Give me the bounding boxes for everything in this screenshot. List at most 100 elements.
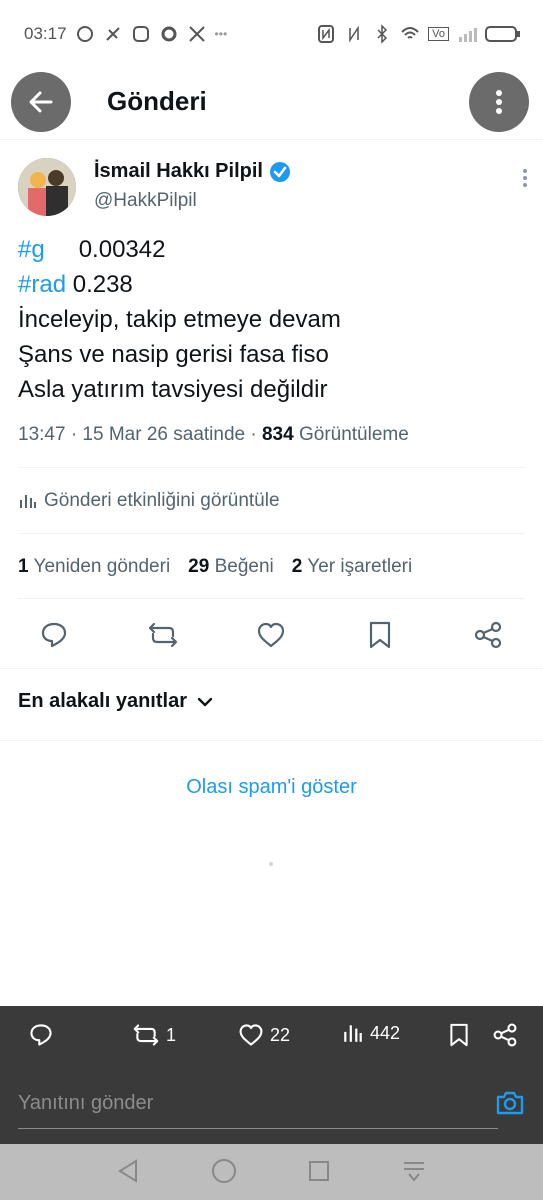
- nav-home-button[interactable]: [211, 1158, 237, 1189]
- signal-icon: [459, 28, 477, 42]
- author-name[interactable]: İsmail Hakkı Pilpil: [94, 160, 263, 183]
- post-line: Şans ve nasip gerisi fasa fiso: [18, 341, 329, 368]
- nav-recents-button[interactable]: [307, 1158, 331, 1189]
- hashtag-link[interactable]: #rad: [18, 271, 66, 298]
- post-meta: 13:47 · 15 Mar 26 saatinde · 834 Görüntü…: [18, 424, 409, 446]
- circle-home-icon: [212, 1159, 236, 1183]
- post-actions: [0, 612, 543, 658]
- divider: [0, 740, 543, 741]
- bottom-like-button[interactable]: 22: [238, 1022, 290, 1048]
- post-line: Asla yatırım tavsiyesi değildir: [18, 376, 328, 403]
- divider: [0, 668, 543, 669]
- battery-icon: [485, 26, 520, 42]
- reposts-label: Yeniden gönderi: [33, 556, 171, 577]
- avatar-photo-icon: [18, 158, 76, 216]
- bookmarks-stat[interactable]: 2 Yer işaretleri: [292, 556, 412, 578]
- back-button[interactable]: [11, 72, 71, 132]
- status-bar: 03:17 ••• Vo: [0, 0, 543, 68]
- camera-app-icon: [161, 26, 177, 42]
- activity-label: Gönderi etkinliğini görüntüle: [44, 490, 280, 511]
- post-activity-link[interactable]: Gönderi etkinliğini görüntüle: [18, 490, 280, 512]
- replies-sort-dropdown[interactable]: En alakalı yanıtlar: [18, 690, 213, 713]
- bottom-bookmark-button[interactable]: [448, 1022, 470, 1048]
- reposts-stat[interactable]: 1 Yeniden gönderi: [18, 556, 170, 578]
- volte-badge: Vo: [428, 27, 449, 41]
- bottom-views-button[interactable]: 442: [342, 1022, 400, 1044]
- more-notifications-icon: •••: [214, 27, 228, 41]
- post-author: İsmail Hakkı Pilpil @HakkPilpil: [18, 156, 528, 220]
- avatar[interactable]: [18, 158, 76, 216]
- wifi-icon: [401, 27, 419, 39]
- repost-icon: [148, 622, 178, 648]
- divider: [18, 598, 525, 599]
- post-line: İnceleyip, takip etmeye devam: [18, 306, 341, 333]
- author-name-row[interactable]: İsmail Hakkı Pilpil: [94, 160, 291, 183]
- bookmarks-label: Yer işaretleri: [307, 556, 413, 577]
- arrow-left-icon: [29, 91, 53, 113]
- repost-button[interactable]: [146, 618, 180, 652]
- more-options-button[interactable]: [469, 72, 529, 132]
- divider: [18, 467, 525, 468]
- views-label: Görüntüleme: [298, 424, 409, 445]
- reposts-count: 1: [18, 556, 29, 577]
- hashtag-link[interactable]: #g: [18, 236, 45, 263]
- more-vertical-icon: [523, 169, 527, 187]
- whatsapp-icon: [132, 26, 149, 42]
- reply-underline: [18, 1128, 498, 1129]
- likes-stat[interactable]: 29 Beğeni: [188, 556, 274, 578]
- x-icon: [188, 26, 205, 42]
- nfc-icon: [318, 25, 335, 43]
- post-time[interactable]: 13:47: [18, 424, 66, 445]
- like-button[interactable]: [254, 618, 288, 652]
- post-text: #g 0.00342 #rad 0.238 İnceleyip, takip et…: [18, 232, 523, 407]
- share-icon: [474, 621, 502, 649]
- bottom-share-button[interactable]: [492, 1022, 518, 1048]
- n-icon: [349, 25, 359, 43]
- reply-input[interactable]: Yanıtını gönder: [18, 1092, 153, 1115]
- bottom-views-count: 442: [370, 1022, 401, 1043]
- divider: [18, 533, 525, 534]
- triangle-back-icon: [118, 1159, 137, 1183]
- message-icon: [76, 26, 93, 42]
- download-menu-icon: [404, 1162, 424, 1182]
- bottom-like-count: 22: [270, 1024, 291, 1045]
- post-stats: 1 Yeniden gönderi 29 Beğeni 2 Yer işaret…: [18, 556, 412, 578]
- post-line: #g 0.00342: [18, 232, 523, 267]
- system-nav-bar: [0, 1144, 543, 1200]
- bookmarks-count: 2: [291, 556, 303, 577]
- post-value: 0.00342: [78, 236, 166, 263]
- likes-count: 29: [188, 556, 210, 577]
- share-button[interactable]: [471, 618, 505, 652]
- loading-indicator: [269, 862, 273, 866]
- likes-label: Beğeni: [214, 556, 274, 577]
- post-options-button[interactable]: [522, 168, 528, 193]
- analytics-icon: [344, 1025, 362, 1042]
- sort-label: En alakalı yanıtlar: [18, 690, 187, 712]
- bookmark-button[interactable]: [363, 618, 397, 652]
- post-value: 0.238: [72, 271, 133, 298]
- share-icon: [493, 1023, 517, 1047]
- repost-icon: [133, 1024, 159, 1046]
- heart-icon: [239, 1024, 263, 1046]
- nav-menu-button[interactable]: [401, 1158, 427, 1189]
- show-spam-link[interactable]: Olası spam'i göster: [0, 776, 543, 799]
- camera-button[interactable]: [495, 1090, 525, 1121]
- reply-composer: Yanıtını gönder: [0, 1064, 543, 1144]
- page-title: Gönderi: [107, 86, 207, 116]
- author-handle[interactable]: @HakkPilpil: [94, 190, 197, 212]
- nav-back-button[interactable]: [116, 1158, 140, 1189]
- post-line: #rad 0.238: [18, 267, 523, 302]
- reply-button[interactable]: [37, 618, 71, 652]
- analytics-icon: [20, 495, 36, 508]
- post-date[interactable]: · 15 Mar 26 saatinde ·: [71, 424, 257, 445]
- heart-icon: [257, 622, 285, 648]
- status-time: 03:17: [24, 24, 67, 43]
- post-header: Gönderi: [0, 68, 543, 140]
- views-count: 834: [261, 424, 294, 445]
- bottom-repost-button[interactable]: 1: [132, 1022, 176, 1048]
- bottom-reply-button[interactable]: [28, 1022, 54, 1048]
- verified-badge-icon: [269, 161, 290, 182]
- bottom-action-bar: 1 22 442: [0, 1006, 543, 1064]
- app-icon: [105, 27, 120, 41]
- bluetooth-icon: [377, 24, 388, 44]
